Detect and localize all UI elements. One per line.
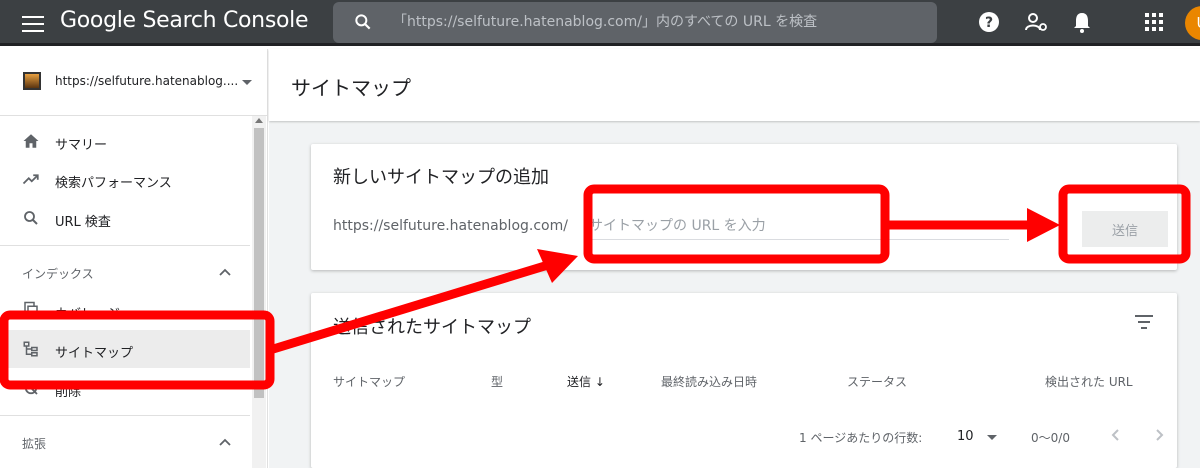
sidebar-item-label: 削除 (55, 385, 82, 400)
submitted-sitemaps-card: 送信されたサイトマップ サイトマップ 型 送信 ↓ 最終読み込み日時 ステータス… (311, 293, 1177, 468)
next-page-icon[interactable] (1147, 423, 1171, 447)
scroll-up-arrow-icon[interactable] (255, 118, 263, 123)
sort-arrow-down-icon: ↓ (594, 375, 605, 389)
submit-sitemap-button[interactable]: 送信 (1082, 211, 1168, 247)
add-sitemap-card: 新しいサイトマップの追加 https://selfuture.hatenablo… (311, 144, 1177, 270)
product-logo[interactable]: Google Search Console (60, 8, 309, 33)
main-content: サイトマップ 新しいサイトマップの追加 https://selfuture.ha… (269, 49, 1200, 468)
sidebar-item-label: カバレッジ (55, 307, 121, 322)
search-icon[interactable] (353, 12, 373, 32)
property-selector[interactable]: https://selfuture.hatenablog.... (0, 49, 267, 116)
sidebar: https://selfuture.hatenablog.... サマリー 検索… (0, 49, 268, 468)
rows-per-page-value: 10 (957, 429, 974, 444)
sidebar-item-sitemaps[interactable]: サイトマップ (0, 330, 250, 368)
sidebar-item-removals[interactable]: 削除 (0, 369, 250, 407)
sidebar-item-summary[interactable]: サマリー (0, 122, 250, 160)
filter-icon[interactable] (1134, 314, 1154, 330)
sitemap-url-input[interactable] (589, 212, 1009, 240)
sitemap-url-prefix: https://selfuture.hatenablog.com/ (333, 218, 568, 234)
dropdown-caret-icon (242, 80, 252, 85)
manage-users-icon[interactable] (1024, 10, 1048, 34)
column-header-last-read[interactable]: 最終読み込み日時 (661, 373, 757, 390)
sidebar-item-performance[interactable]: 検索パフォーマンス (0, 160, 250, 198)
brand-product: Search Console (142, 8, 309, 33)
card-title: 新しいサイトマップの追加 (333, 167, 549, 188)
sitemap-icon (23, 341, 38, 357)
pagination-range: 0〜0/0 (1031, 431, 1070, 445)
apps-grid-icon[interactable] (1142, 10, 1166, 34)
home-icon (23, 134, 39, 148)
sidebar-scrollbar[interactable] (252, 116, 266, 468)
removal-icon (24, 381, 38, 395)
sidebar-divider (0, 415, 250, 416)
sidebar-item-coverage[interactable]: カバレッジ (0, 291, 250, 329)
rows-per-page-label: 1 ページあたりの行数: (799, 431, 923, 445)
column-label: 送信 (567, 375, 592, 389)
section-enhancements[interactable]: 拡張 (0, 422, 250, 462)
sidebar-item-label: URL 検査 (55, 215, 111, 230)
section-index[interactable]: インデックス (0, 252, 250, 292)
page-header: サイトマップ (269, 49, 1200, 121)
sidebar-item-url-inspection[interactable]: URL 検査 (0, 199, 250, 237)
trending-up-icon (22, 174, 39, 185)
account-avatar[interactable]: U (1185, 6, 1200, 40)
help-icon[interactable]: ? (977, 10, 1001, 34)
brand-google: Google (60, 8, 136, 33)
sidebar-item-label: サイトマップ (55, 346, 134, 361)
url-inspect-search (333, 2, 937, 43)
search-icon (24, 211, 38, 225)
svg-text:?: ? (985, 15, 993, 31)
notifications-icon[interactable] (1070, 10, 1094, 34)
sidebar-item-label: 検索パフォーマンス (55, 176, 172, 191)
dropdown-caret-icon (987, 435, 997, 440)
column-header-type[interactable]: 型 (491, 373, 503, 390)
sidebar-divider (0, 245, 250, 246)
previous-page-icon[interactable] (1104, 423, 1128, 447)
url-inspect-input[interactable] (393, 10, 923, 34)
menu-icon[interactable] (22, 12, 44, 34)
section-label: インデックス (22, 267, 94, 281)
property-url: https://selfuture.hatenablog.... (55, 74, 239, 88)
sidebar-item-label: サマリー (55, 138, 108, 153)
column-header-submitted[interactable]: 送信 ↓ (567, 373, 605, 390)
top-app-bar: Google Search Console ? U (0, 0, 1200, 46)
chevron-up-icon (219, 268, 231, 276)
property-favicon (23, 72, 41, 90)
section-label: 拡張 (22, 437, 47, 451)
rows-per-page-select[interactable]: 10 (955, 424, 1001, 448)
column-header-sitemap[interactable]: サイトマップ (333, 373, 405, 390)
scrollbar-thumb[interactable] (254, 128, 264, 398)
column-header-status[interactable]: ステータス (847, 373, 907, 390)
column-header-discovered-urls[interactable]: 検出された URL (1045, 373, 1133, 390)
coverage-icon (24, 301, 38, 319)
page-title: サイトマップ (291, 76, 411, 100)
chevron-up-icon (219, 438, 231, 446)
card-title: 送信されたサイトマップ (333, 317, 531, 338)
